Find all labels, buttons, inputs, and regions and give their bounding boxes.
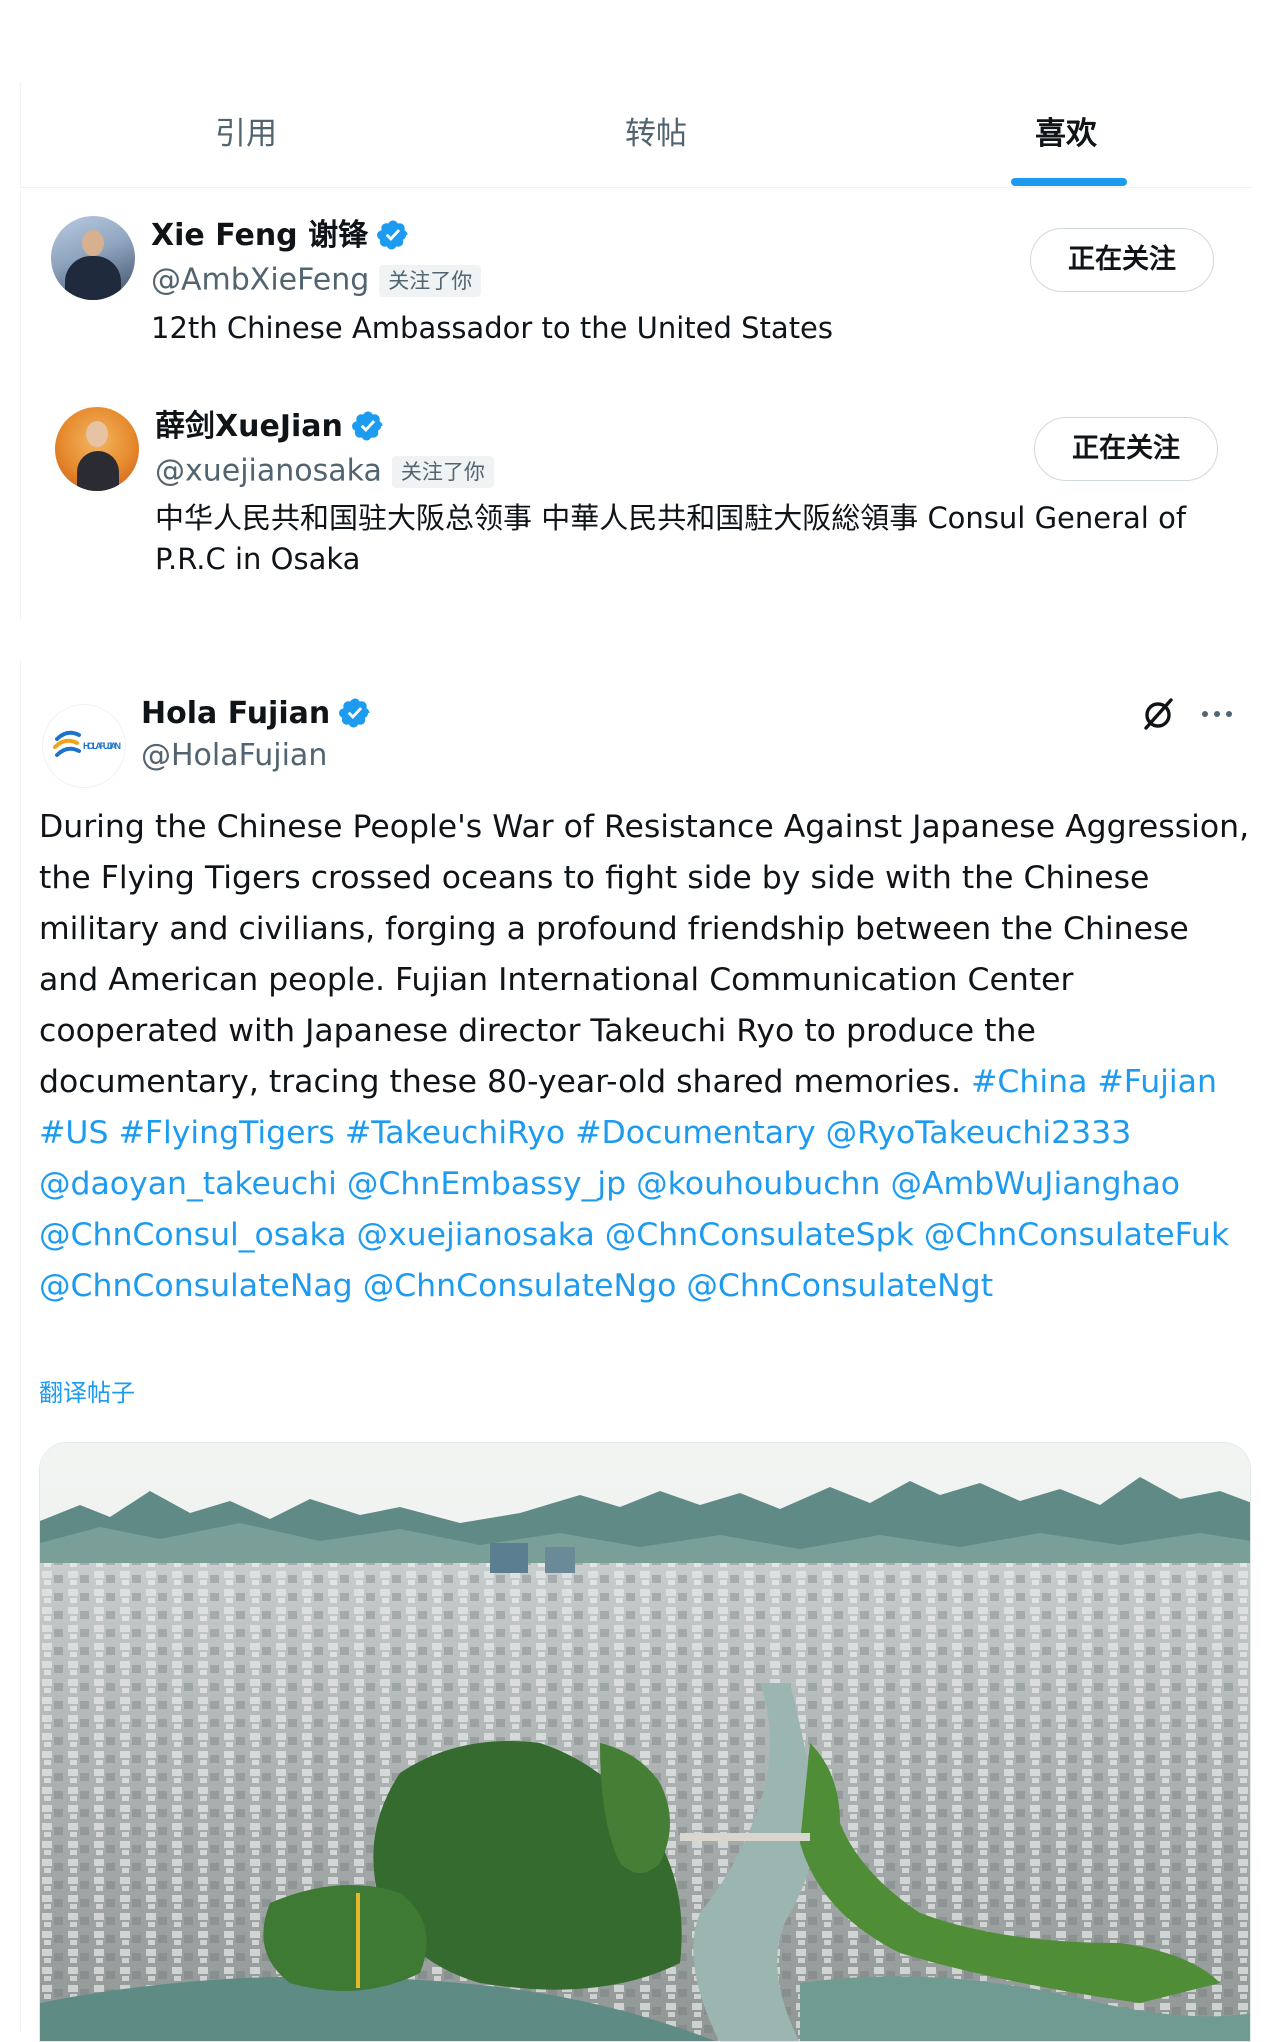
avatar[interactable] — [51, 216, 135, 300]
tab-reposts[interactable]: 转帖 — [551, 82, 761, 186]
user-row-xie-feng[interactable]: Xie Feng 谢锋 @AmbXieFeng 关注了你 12th Chinese… — [20, 190, 1261, 375]
active-tab-indicator — [1011, 178, 1127, 186]
user-bio: 中华人民共和国驻大阪总领事 中華人民共和国駐大阪総領事 Consul Gener… — [155, 501, 1187, 576]
tweet-body: During the Chinese People's War of Resis… — [39, 809, 1250, 1100]
user-handle[interactable]: @AmbXieFeng — [151, 263, 369, 298]
translate-post-link[interactable]: 翻译帖子 — [39, 1376, 135, 1410]
user-name-text: Xie Feng 谢锋 — [151, 218, 369, 253]
user-bio: 12th Chinese Ambassador to the United St… — [151, 311, 834, 345]
avatar[interactable] — [55, 407, 139, 491]
user-name-text: 薛剑XueJian — [155, 409, 343, 444]
verified-badge-icon — [377, 219, 408, 250]
aerial-city-image — [40, 1443, 1250, 2041]
tab-bar: 引用 转帖 喜欢 — [20, 82, 1252, 188]
following-button[interactable]: 正在关注 — [1034, 417, 1218, 481]
verified-badge-icon — [351, 410, 383, 441]
author-avatar-logo[interactable]: HOLA FUJIAN — [42, 704, 126, 788]
tweet-author-name[interactable]: Hola Fujian — [141, 694, 372, 734]
tweet-author-text: Hola Fujian — [141, 696, 331, 731]
verified-badge-icon — [339, 697, 370, 728]
tab-quotes[interactable]: 引用 — [141, 82, 351, 186]
user-row-xuejian[interactable]: 薛剑XueJian @xuejianosaka 关注了你 中华人民共和国驻大阪总领… — [20, 375, 1261, 620]
tweet-author-handle[interactable]: @HolaFujian — [141, 736, 327, 776]
follows-you-badge: 关注了你 — [391, 455, 494, 488]
tab-likes[interactable]: 喜欢 — [961, 82, 1171, 186]
following-button[interactable]: 正在关注 — [1030, 228, 1214, 292]
tweet-media-image[interactable] — [39, 1442, 1251, 2042]
user-handle-line: @AmbXieFeng 关注了你 — [151, 260, 482, 301]
more-icon[interactable] — [1199, 702, 1235, 726]
tweet-card[interactable]: HOLA FUJIAN Hola Fujian @HolaFujian Duri… — [20, 660, 1261, 2042]
hola-fujian-logo-icon: HOLA FUJIAN — [53, 730, 121, 757]
user-handle-line: @xuejianosaka 关注了你 — [155, 451, 494, 492]
user-handle[interactable]: @xuejianosaka — [155, 454, 382, 489]
user-display-name[interactable]: 薛剑XueJian — [155, 407, 385, 447]
follows-you-badge: 关注了你 — [379, 264, 482, 297]
tweet-text: During the Chinese People's War of Resis… — [39, 802, 1257, 1312]
user-display-name[interactable]: Xie Feng 谢锋 — [151, 216, 410, 256]
grok-icon[interactable] — [1138, 694, 1178, 734]
svg-text:HOLA FUJIAN: HOLA FUJIAN — [83, 741, 121, 751]
